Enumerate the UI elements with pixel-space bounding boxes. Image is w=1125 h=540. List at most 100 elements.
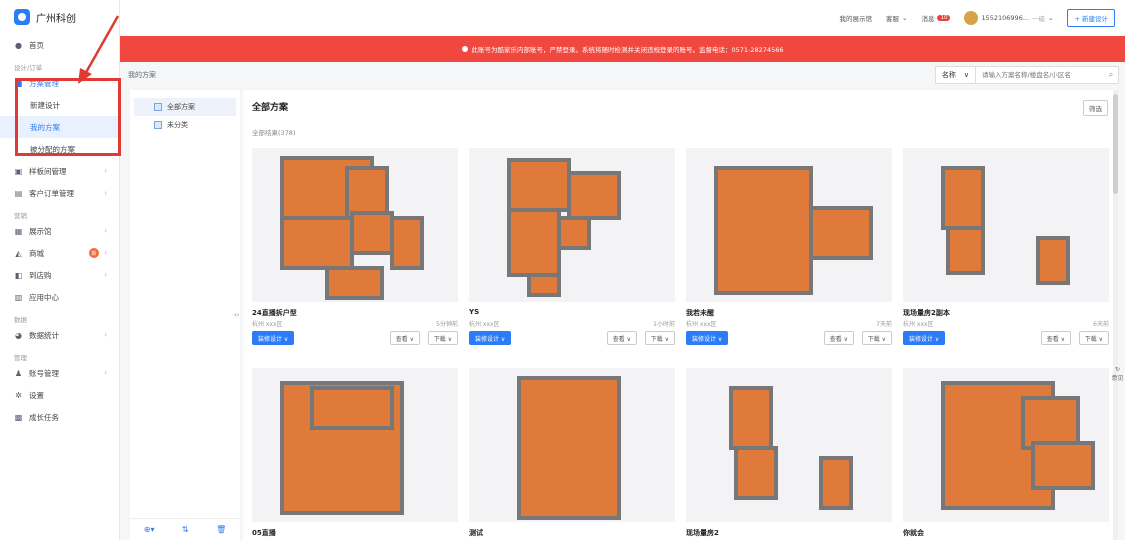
search-icon[interactable]: ⌕ [1104, 70, 1118, 80]
gallery-icon: ▦ [14, 226, 23, 236]
sidebar-item-label: 客户订单管理 [29, 188, 74, 198]
gear-icon: ✲ [15, 390, 22, 400]
view-button[interactable]: 查看 ∨ [389, 331, 420, 345]
sidebar-item-account-mgmt[interactable]: ♟ 账号管理 › [0, 362, 119, 384]
plan-name[interactable]: 24直播拆户型 [252, 308, 297, 318]
plan-time: 6天前 [1093, 321, 1109, 328]
floorplan-image [941, 381, 1095, 510]
sidebar-item-plan-mgmt[interactable]: ■ 方案管理 ^ [0, 72, 119, 94]
chevron-right-icon: › [104, 369, 107, 377]
plan-name[interactable]: YS [469, 308, 479, 316]
plan-name[interactable]: 现场量房2副本 [903, 308, 950, 318]
folder-label: 全部方案 [167, 103, 195, 111]
sidebar-item-showroom-mgmt[interactable]: ▣ 样板间管理 › [0, 160, 119, 182]
floorplan-thumbnail[interactable] [903, 148, 1109, 302]
account-menu[interactable]: 1552106996... 一级 ⌄ [964, 11, 1053, 25]
view-button[interactable]: 查看 ∨ [1040, 331, 1071, 345]
sidebar-item-shop[interactable]: ◭ 商城 新 › [0, 242, 119, 264]
floorplan-image [280, 381, 404, 515]
plan-name[interactable]: 你就会 [903, 528, 924, 538]
floorplan-image [714, 166, 873, 295]
sidebar-item-assigned-plans[interactable]: 被分配的方案 [0, 138, 119, 160]
layout-icon: ▣ [14, 166, 23, 176]
trash-icon[interactable]: 🗑 [216, 525, 226, 534]
group-label-marketing: 营销 [14, 212, 27, 220]
plan-name[interactable]: 现场量房2 [686, 528, 719, 538]
brand[interactable]: 广州科创 [0, 0, 119, 34]
filter-button[interactable]: 筛选 [1083, 100, 1108, 116]
download-button[interactable]: 下载 ∨ [861, 331, 892, 345]
plan-time: 7天前 [876, 321, 892, 328]
info-icon [461, 46, 468, 52]
folder-uncategorized[interactable]: 未分类 [134, 116, 236, 134]
new-design-button[interactable]: + 新建设计 [1067, 9, 1115, 27]
floorplan-thumbnail[interactable] [252, 368, 458, 522]
plan-name[interactable]: 05直播 [252, 528, 276, 538]
floorplan-thumbnail[interactable] [903, 368, 1109, 522]
top-bar: 我的展示馆 客服 ⌄ 消息 10 1552106996... 一级 ⌄ + 新建设计 [120, 0, 1125, 36]
plan-actions: 装修设计 ∨ 查看 ∨ 下载 ∨ [686, 331, 892, 345]
sort-icon[interactable]: ⇅ [182, 525, 189, 534]
decorate-design-button[interactable]: 装修设计 ∨ [252, 331, 295, 345]
folder-icon [154, 121, 162, 129]
floorplan-thumbnail[interactable] [686, 368, 892, 522]
download-button[interactable]: 下载 ∨ [644, 331, 675, 345]
sidebar-item-data-stats[interactable]: ◕ 数据统计 › [0, 324, 119, 346]
sidebar-item-label: 样板间管理 [29, 166, 67, 176]
search-input[interactable] [976, 68, 1104, 82]
my-showroom-link[interactable]: 我的展示馆 [840, 13, 873, 23]
chevron-down-icon: ∨ [963, 71, 969, 79]
search-field-value: 名称 [941, 71, 956, 79]
new-badge: 新 [89, 248, 99, 258]
sidebar-item-growth-tasks[interactable]: ▩ 成长任务 [0, 406, 119, 428]
download-button[interactable]: 下载 ∨ [427, 331, 458, 345]
plans-main: 全部方案 全部结果(378) 筛选 24直播拆户型 杭州 xxx区 5分钟前 装… [243, 90, 1118, 540]
sidebar-item-home[interactable]: ● 首页 [0, 34, 119, 56]
brand-name: 广州科创 [36, 13, 76, 25]
feedback-label: 意见 [1111, 375, 1124, 382]
messages-label: 消息 [921, 15, 935, 23]
view-button[interactable]: 查看 ∨ [606, 331, 637, 345]
account-level: 一级 [1032, 15, 1046, 23]
chevron-right-icon: › [104, 167, 107, 175]
service-dropdown[interactable]: 客服 ⌄ [886, 13, 907, 23]
folder-all[interactable]: 全部方案 [134, 98, 236, 116]
add-folder-icon[interactable]: ⊕▾ [144, 525, 155, 534]
sidebar-item-label: 到店购 [29, 270, 52, 280]
page-title: 全部方案 [252, 103, 289, 113]
plan-name[interactable]: 我若未醒 [686, 308, 714, 318]
floorplan-thumbnail[interactable] [469, 368, 675, 522]
search-field-select[interactable]: 名称 ∨ [936, 67, 976, 83]
avatar [964, 11, 979, 25]
messages-button[interactable]: 消息 10 [921, 13, 951, 23]
floorplan-thumbnail[interactable] [252, 148, 458, 302]
refresh-icon: ↻ [1114, 366, 1121, 373]
brand-logo-icon [14, 9, 30, 25]
sidebar-item-my-plans[interactable]: 我的方案 [0, 116, 119, 138]
collapse-panel-icon[interactable]: ‹› [234, 311, 240, 319]
floorplan-thumbnail[interactable] [469, 148, 675, 302]
sidebar-item-to-store[interactable]: ◧ 到店购 › [0, 264, 119, 286]
sidebar-item-showroom[interactable]: ▦ 展示馆 › [0, 220, 119, 242]
plan-actions: 装修设计 ∨ 查看 ∨ 下载 ∨ [252, 331, 458, 345]
floorplan-thumbnail[interactable] [686, 148, 892, 302]
scrollbar[interactable] [1113, 90, 1118, 540]
sidebar-item-label: 方案管理 [29, 78, 59, 88]
service-label: 客服 [886, 15, 900, 23]
decorate-design-button[interactable]: 装修设计 ∨ [686, 331, 729, 345]
sidebar-item-new-design[interactable]: 新建设计 [0, 94, 119, 116]
group-label-data: 数据 [14, 316, 27, 324]
sidebar-item-order-mgmt[interactable]: ▤ 客户订单管理 › [0, 182, 119, 204]
sidebar-item-settings[interactable]: ✲ 设置 [0, 384, 119, 406]
floorplan-image [517, 376, 621, 520]
plan-location: 杭州 xxx区 [686, 321, 717, 328]
feedback-button[interactable]: ↻ 意见 [1110, 366, 1125, 394]
decorate-design-button[interactable]: 装修设计 ∨ [903, 331, 946, 345]
download-button[interactable]: 下载 ∨ [1078, 331, 1109, 345]
decorate-design-button[interactable]: 装修设计 ∨ [469, 331, 512, 345]
view-button[interactable]: 查看 ∨ [823, 331, 854, 345]
sidebar-item-app-center[interactable]: ▥ 应用中心 [0, 286, 119, 308]
plan-actions: 装修设计 ∨ 查看 ∨ 下载 ∨ [469, 331, 675, 345]
plan-name[interactable]: 测试 [469, 528, 483, 538]
pie-chart-icon: ◕ [15, 330, 22, 340]
